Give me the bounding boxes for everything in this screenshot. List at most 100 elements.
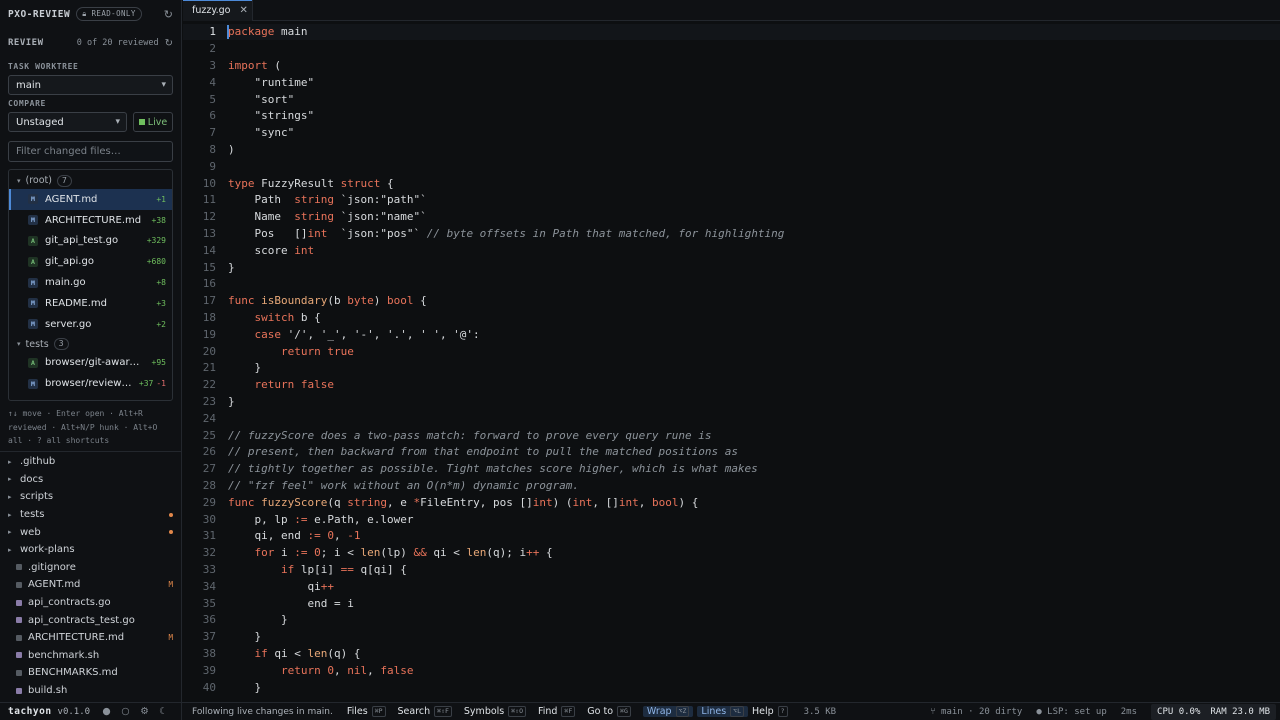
line-code: p, lp := e.Path, e.lower xyxy=(228,512,414,526)
changed-file-row[interactable]: M README.md +3 xyxy=(9,293,172,314)
review-header: REVIEW 0 of 20 reviewed ↻ xyxy=(0,28,181,58)
changed-file-row[interactable]: M ARCHITECTURE.md +38 xyxy=(9,210,172,231)
tree-item-name: AGENT.md xyxy=(28,579,81,591)
code-line: 17 func isBoundary(b byte) bool { xyxy=(183,292,1280,309)
status-help-button[interactable]: Help? xyxy=(752,706,788,717)
line-code: } xyxy=(228,613,288,627)
tree-file[interactable]: ARCHITECTURE.md M xyxy=(0,629,181,647)
moon-icon[interactable]: ☾ xyxy=(157,706,170,717)
tree-item-name: api_contracts.go xyxy=(28,597,111,609)
line-number: 15 xyxy=(202,260,216,274)
changed-files-list: ▾ (root) 7 M AGENT.md +1 M ARCHITECTURE.md +38 Ag… xyxy=(8,169,173,401)
diff-stat: +680 xyxy=(147,257,166,266)
code-line: 9 xyxy=(183,158,1280,175)
tree-file[interactable]: BENCHMARKS.md xyxy=(0,664,181,682)
tree-file[interactable]: benchmark.sh xyxy=(0,647,181,665)
code-line: 16 xyxy=(183,276,1280,293)
line-number: 6 xyxy=(209,109,216,123)
code-line: 29 func fuzzyScore(q string, e *FileEntry… xyxy=(183,494,1280,511)
changed-group-root[interactable]: ▾ (root) 7 xyxy=(9,172,172,189)
lightbulb-icon[interactable]: ○ xyxy=(119,706,132,717)
diff-added: +1 xyxy=(156,194,166,204)
status-lines-button[interactable]: Lines ⌥L xyxy=(697,706,748,717)
status-symbols-button[interactable]: Symbols ⌘⇧O xyxy=(464,706,526,717)
changed-group-tests[interactable]: ▾ tests 3 xyxy=(9,336,172,353)
code-line: 7 "sync" xyxy=(183,124,1280,141)
close-icon[interactable]: ✕ xyxy=(239,5,247,16)
refresh-icon[interactable]: ↻ xyxy=(164,8,173,21)
changed-file-row[interactable]: Agit_api_test.go +329 xyxy=(9,231,172,252)
tree-item-name: build.sh xyxy=(28,685,68,697)
changed-file-row[interactable]: Agit_api.go +680 xyxy=(9,251,172,272)
status-item-label: Find xyxy=(538,706,558,717)
line-code: // present, then backward from that endp… xyxy=(228,445,738,459)
file-type-icon xyxy=(16,599,22,606)
changed-file-row[interactable]: Abrowser/git-aware-review.spec.ts +95 xyxy=(9,353,172,374)
branch-icon: ⑂ xyxy=(930,706,936,717)
changed-file-row[interactable]: Mbrowser/review-mode.spec.ts +37-1 xyxy=(9,373,172,394)
worktree-select[interactable]: main ▾ xyxy=(8,75,173,95)
status-go-to-button[interactable]: Go to ⌘G xyxy=(587,706,631,717)
compare-select[interactable]: Unstaged ▾ xyxy=(8,112,127,132)
lsp-status[interactable]: ● LSP: set up xyxy=(1036,707,1106,717)
line-number: 40 xyxy=(202,680,216,694)
tree-folder[interactable]: ▸ docs xyxy=(0,471,181,489)
live-toggle[interactable]: Live xyxy=(133,112,173,132)
diff-stat: +8 xyxy=(156,278,166,287)
code-line: 24 xyxy=(183,410,1280,427)
editor-tab[interactable]: fuzzy.go ✕ xyxy=(183,0,253,21)
line-number: 2 xyxy=(209,42,216,56)
tree-file[interactable]: .gitignore xyxy=(0,559,181,577)
line-number: 24 xyxy=(202,411,216,425)
file-name: ARCHITECTURE.md xyxy=(45,214,142,226)
file-name: git_api.go xyxy=(45,256,94,268)
tree-folder[interactable]: ▸ .github xyxy=(0,453,181,471)
changed-file-row[interactable]: M AGENT.md +1 xyxy=(9,189,172,210)
status-wrap-button[interactable]: Wrap ⌥Z xyxy=(642,706,694,717)
code-line: 35 end = i xyxy=(183,595,1280,612)
changed-file-row[interactable]: Mserver.go +2 xyxy=(9,314,172,335)
status-files-button[interactable]: Files ⌘P xyxy=(347,706,386,717)
github-icon[interactable]: ● xyxy=(100,706,113,717)
latency: 2ms xyxy=(1120,706,1138,717)
task-worktree-label: TASK WORKTREE xyxy=(8,62,79,71)
sidebar-header: PXO-REVIEW 🔒︎ READ-ONLY ↻ xyxy=(0,0,181,28)
diff-stat: +38 xyxy=(152,216,166,225)
line-code: ) xyxy=(228,142,235,156)
tree-item-name: .github xyxy=(20,456,56,468)
diff-stat: +95 xyxy=(152,358,166,367)
tree-file[interactable]: api_contracts.go xyxy=(0,594,181,612)
caret-right-icon: ▸ xyxy=(8,492,12,501)
status-search-button[interactable]: Search ⌘⇧F xyxy=(398,706,452,717)
branch-status[interactable]: ⑂ main · 20 dirty xyxy=(930,707,1022,717)
resource-usage: CPU 0.0% RAM 23.0 MB xyxy=(1151,703,1276,720)
line-code: return 0, nil, false xyxy=(280,663,414,677)
tree-file[interactable]: AGENT.md M xyxy=(0,576,181,594)
code-editor[interactable]: 1 package main 2 3 import (4 "runtime" 5 "sor… xyxy=(183,22,1280,702)
tree-file[interactable]: api_contracts_test.go xyxy=(0,611,181,629)
status-item-label: Lines xyxy=(701,706,727,717)
filter-changed-files-input[interactable] xyxy=(8,141,173,162)
tree-folder[interactable]: ▸ tests xyxy=(0,506,181,524)
shortcut-hint: ⌘⇧F xyxy=(434,706,452,717)
tree-item-name: scripts xyxy=(20,491,54,503)
tree-folder[interactable]: ▸ web xyxy=(0,523,181,541)
tree-folder[interactable]: ▸ scripts xyxy=(0,488,181,506)
tree-item-name: BENCHMARKS.md xyxy=(28,667,118,679)
tree-folder[interactable]: ▸ work-plans xyxy=(0,541,181,559)
status-message: Following live changes in main. xyxy=(192,706,333,717)
line-number: 26 xyxy=(202,445,216,459)
changed-file-row[interactable]: Mmain.go +8 xyxy=(9,272,172,293)
lsp-label: LSP: set up xyxy=(1047,706,1107,717)
tree-file[interactable]: build.sh xyxy=(0,682,181,700)
code-line: 3 import ( xyxy=(183,57,1280,74)
review-refresh-icon[interactable]: ↻ xyxy=(165,38,173,49)
file-type-icon xyxy=(16,564,22,571)
line-code: type FuzzyResult struct { xyxy=(228,176,394,190)
caret-right-icon: ▸ xyxy=(8,528,12,537)
modified-mark: M xyxy=(168,633,173,643)
line-code: qi++ xyxy=(228,579,334,593)
status-find-button[interactable]: Find ⌘F xyxy=(538,706,576,717)
modified-dot-icon xyxy=(169,512,173,517)
gear-icon[interactable]: ⚙ xyxy=(138,706,151,717)
